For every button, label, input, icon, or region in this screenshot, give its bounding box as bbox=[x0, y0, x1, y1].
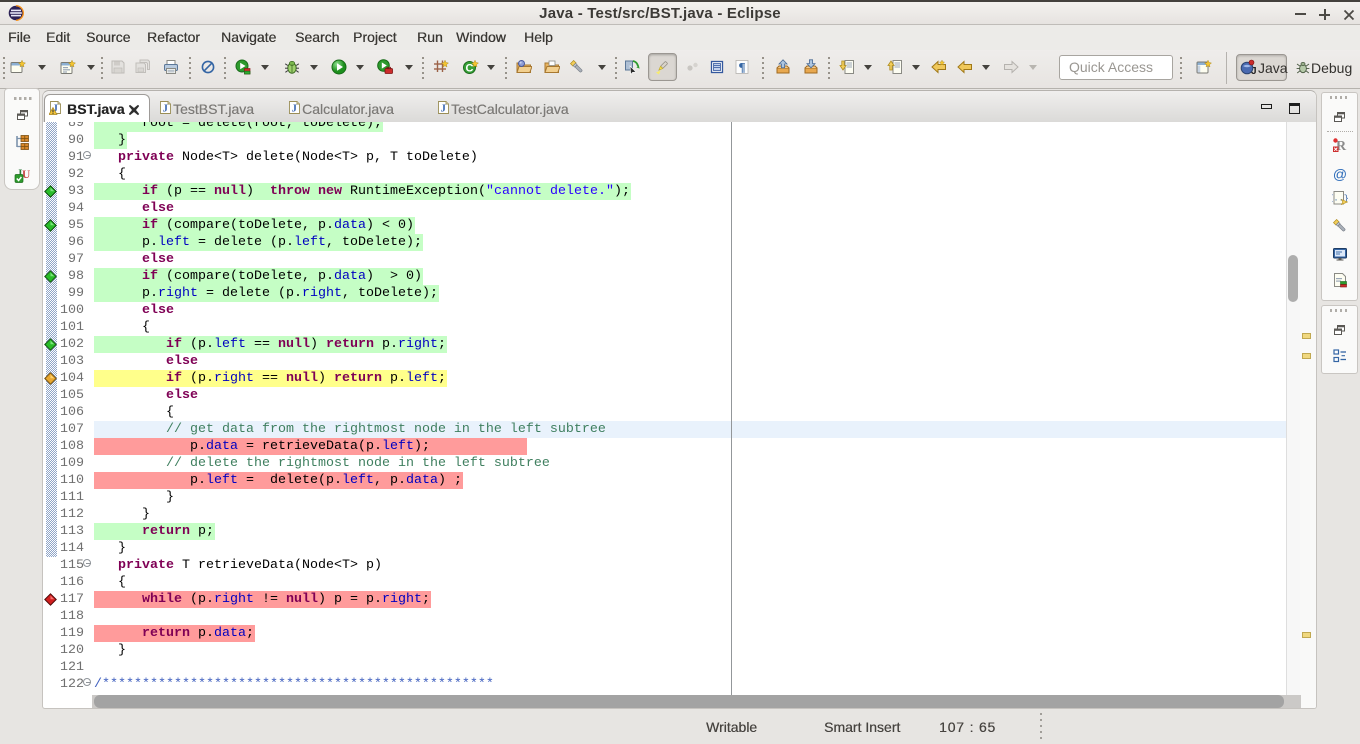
svg-text:J: J bbox=[441, 103, 446, 114]
svg-text:C: C bbox=[466, 63, 474, 75]
svg-text:J: J bbox=[163, 103, 168, 114]
svg-text:¶: ¶ bbox=[738, 60, 745, 75]
svg-text:J: J bbox=[292, 103, 297, 114]
svg-text:@: @ bbox=[1333, 166, 1347, 182]
svg-text:J: J bbox=[1251, 66, 1256, 75]
